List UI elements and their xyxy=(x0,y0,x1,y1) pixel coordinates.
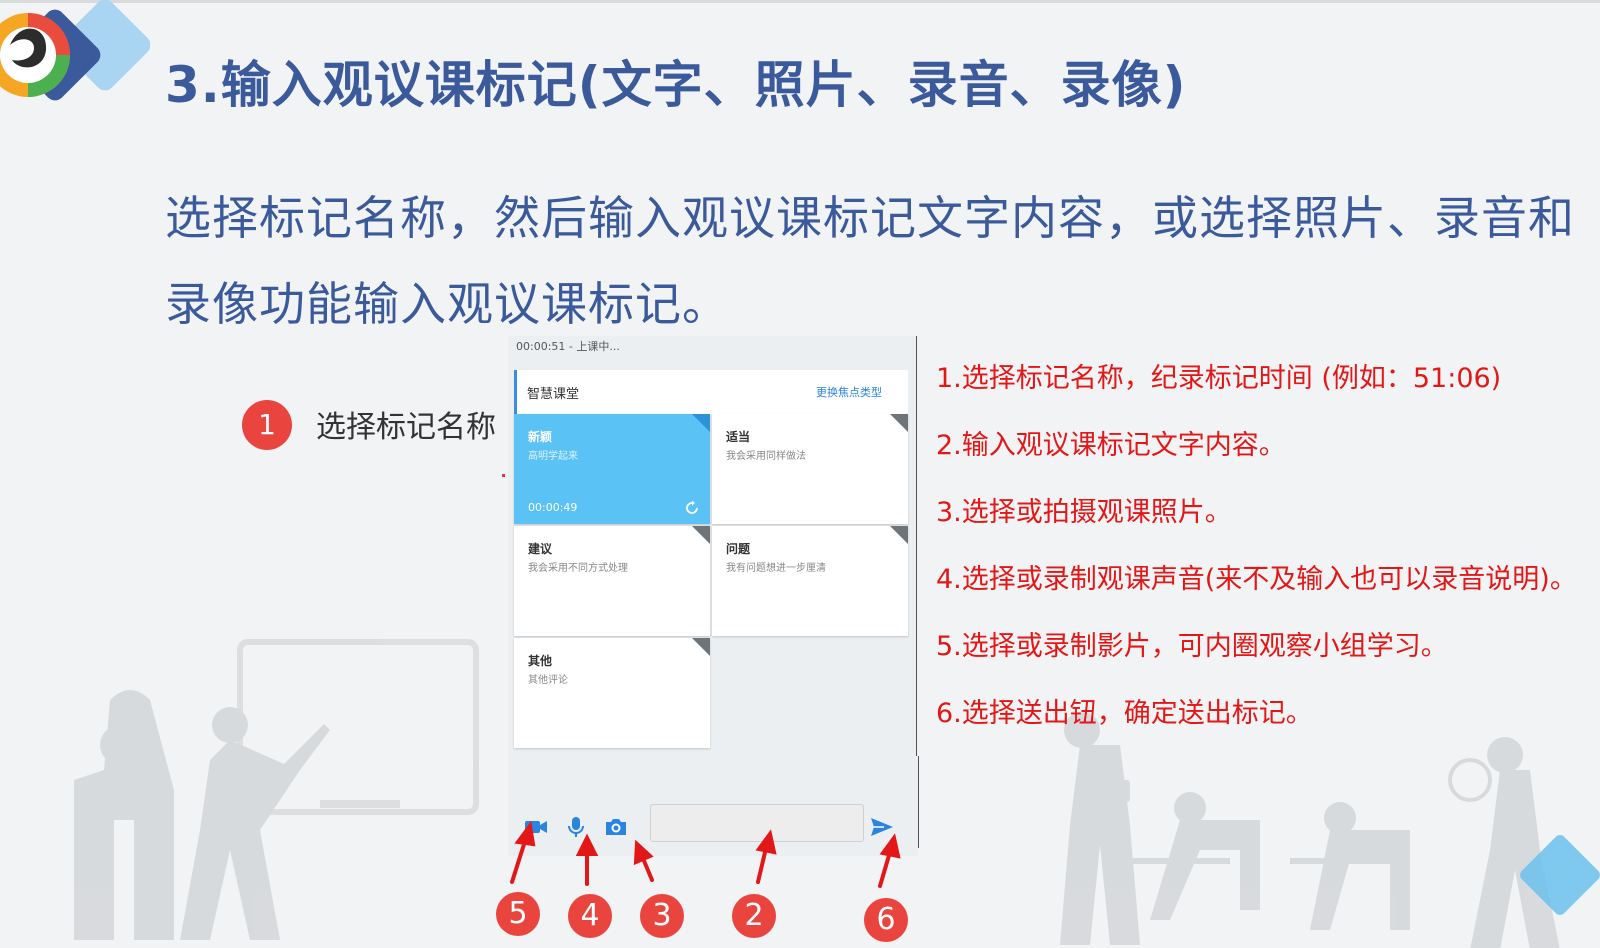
class-name: 智慧课堂 xyxy=(527,387,580,402)
send-icon[interactable] xyxy=(870,816,894,838)
video-camera-icon[interactable] xyxy=(524,816,548,838)
mark-card-novel[interactable]: 新颖 高明学起来 00:00:49 xyxy=(514,414,710,524)
card-desc: 我会采用同样做法 xyxy=(726,451,806,462)
app-header: 智慧课堂 更换焦点类型 xyxy=(514,370,908,414)
marker-3: 3 xyxy=(640,894,684,938)
card-desc: 高明学起来 xyxy=(528,451,578,462)
card-title: 新颖 xyxy=(528,430,553,444)
mark-text-input[interactable] xyxy=(650,804,864,842)
mark-input-toolbar xyxy=(508,796,918,852)
card-corner-indicator xyxy=(890,526,908,544)
card-title: 适当 xyxy=(726,430,751,444)
change-focus-type-link[interactable]: 更换焦点类型 xyxy=(816,384,882,400)
mark-card-appropriate[interactable]: 适当 我会采用同样做法 xyxy=(712,414,908,524)
card-title: 建议 xyxy=(528,542,553,556)
instruction-item: 6.选择送出钮，确定送出标记。 xyxy=(936,698,1313,729)
refresh-icon[interactable] xyxy=(684,500,700,516)
mark-card-other[interactable]: 其他 其他评论 xyxy=(514,638,710,748)
card-desc: 我会采用不同方式处理 xyxy=(528,563,628,574)
card-desc: 我有问题想进一步厘清 xyxy=(726,563,826,574)
card-corner-indicator xyxy=(692,414,710,432)
app-screenshot: 00:00:51 - 上课中... 智慧课堂 更换焦点类型 新颖 高明学起来 0… xyxy=(508,336,918,856)
marker-2: 2 xyxy=(732,894,776,938)
card-desc: 其他评论 xyxy=(528,675,568,686)
step-1-badge: 1 xyxy=(242,400,292,450)
marker-5: 5 xyxy=(496,892,540,936)
card-corner-indicator xyxy=(692,638,710,656)
instruction-item: 3.选择或拍摄观课照片。 xyxy=(936,497,1232,528)
card-corner-indicator xyxy=(692,526,710,544)
microphone-icon[interactable] xyxy=(564,816,588,838)
mark-card-question[interactable]: 问题 我有问题想进一步厘清 xyxy=(712,526,908,636)
session-status: 00:00:51 - 上课中... xyxy=(516,340,620,353)
marker-4: 4 xyxy=(568,894,612,938)
logo-icon xyxy=(0,0,150,101)
instruction-item: 1.选择标记名称，纪录标记时间 (例如：51:06) xyxy=(936,363,1502,394)
camera-icon[interactable] xyxy=(604,816,628,838)
vertical-divider xyxy=(918,756,919,848)
page-title: 3.输入观议课标记(文字、照片、录音、录像) xyxy=(165,56,1187,114)
step-1-label: 选择标记名称 xyxy=(316,410,496,445)
intro-text: 选择标记名称，然后输入观议课标记文字内容，或选择照片、录音和录像功能输入观议课标… xyxy=(165,191,1575,331)
card-title: 其他 xyxy=(528,654,553,668)
instruction-item: 5.选择或录制影片，可内圈观察小组学习。 xyxy=(936,631,1448,662)
instruction-list: 1.选择标记名称，纪录标记时间 (例如：51:06) 2.输入观议课标记文字内容… xyxy=(936,362,1577,764)
top-border-line xyxy=(0,0,1600,3)
instruction-item: 2.输入观议课标记文字内容。 xyxy=(936,430,1286,461)
card-title: 问题 xyxy=(726,542,751,556)
mark-card-suggestion[interactable]: 建议 我会采用不同方式处理 xyxy=(514,526,710,636)
vertical-divider xyxy=(916,336,917,756)
red-dot xyxy=(502,474,505,477)
marker-6: 6 xyxy=(864,898,908,942)
card-corner-indicator xyxy=(890,414,908,432)
card-timestamp: 00:00:49 xyxy=(528,501,578,514)
instruction-item: 4.选择或录制观课声音(来不及输入也可以录音说明)。 xyxy=(936,564,1577,595)
